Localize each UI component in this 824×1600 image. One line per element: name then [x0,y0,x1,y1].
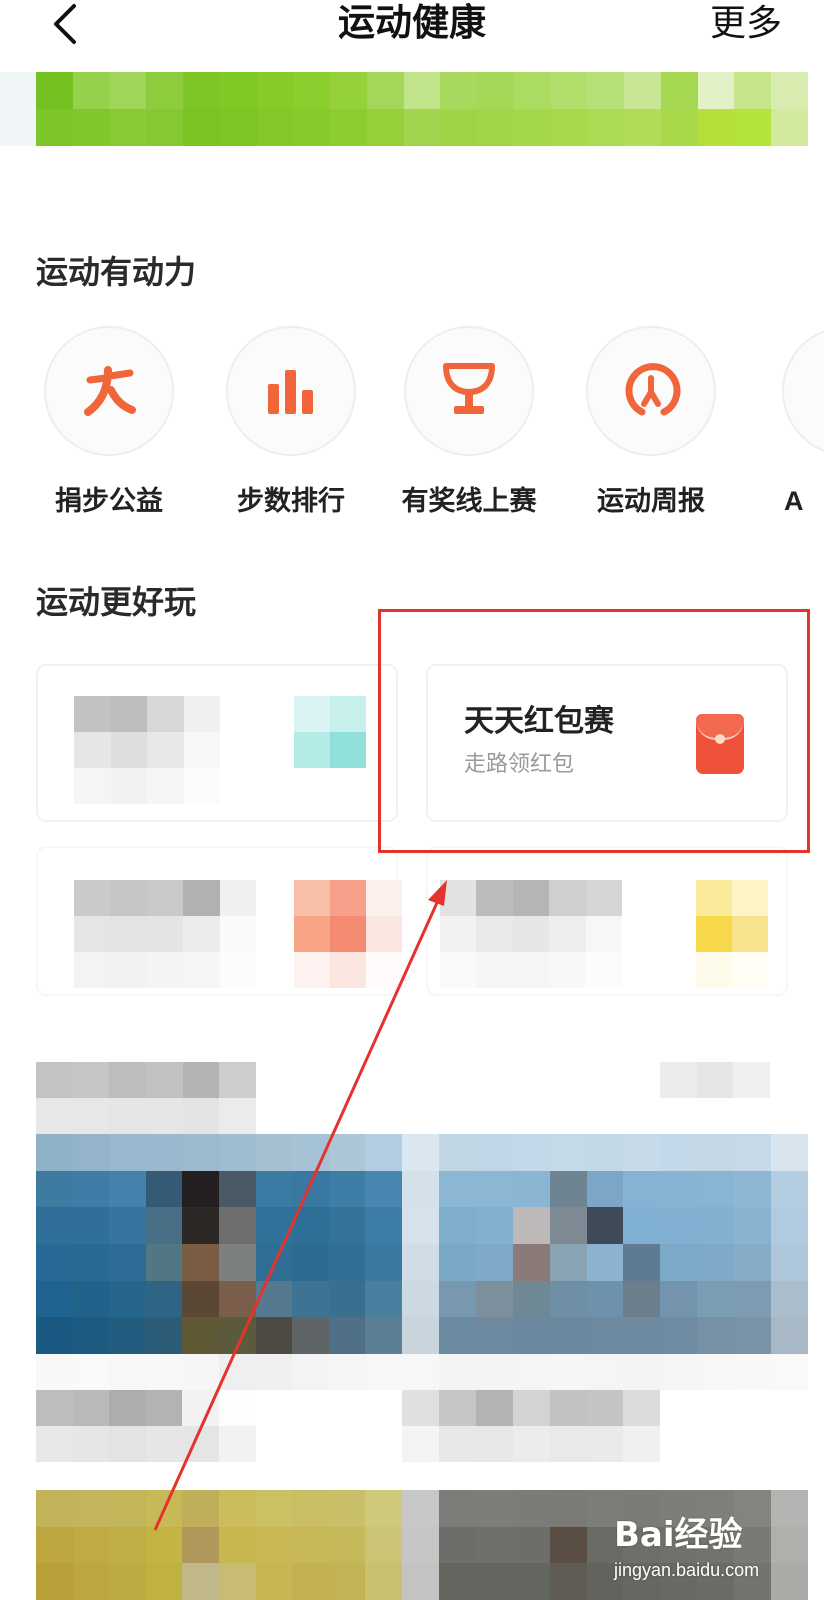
shortcut-icon-circle [226,326,356,456]
blurred-heading [36,1062,256,1134]
activity-card-blurred[interactable] [36,664,398,822]
shortcut-label: 有奖线上赛 [401,486,537,516]
shortcut-weekly-report[interactable]: 运动周报 [576,326,726,526]
blurred-photo[interactable] [36,1490,402,1600]
blurred-caption [402,1354,808,1462]
page-title: 运动健康 [338,2,486,43]
blurred-content [74,880,256,988]
blurred-icon [294,880,402,988]
shortcut-label: 运动周报 [597,486,705,516]
activity-card-blurred[interactable] [426,846,788,996]
section-title-fun: 运动更好玩 [36,584,197,620]
blurred-content [440,880,622,988]
blurred-caption [36,1354,402,1462]
blurred-link[interactable] [660,1062,770,1098]
top-bar: 运动健康 更多 [0,0,824,64]
more-button[interactable]: 更多 [710,0,782,46]
activity-card-blurred[interactable] [36,846,402,996]
shortcut-online-race[interactable]: 有奖线上赛 [394,326,544,526]
shortcut-partial[interactable]: A [770,326,824,526]
baidu-jingyan-watermark: Bai经验 jingyan.baidu.com [614,1515,784,1585]
bar-chart-icon [268,370,313,414]
section-title-motivation: 运动有动力 [36,254,197,290]
shortcut-step-ranking[interactable]: 步数排行 [216,326,366,526]
shortcut-label: A [784,486,804,516]
weekly-report-icon [625,363,681,416]
shortcut-label: 捐步公益 [55,486,163,516]
blurred-photo[interactable] [402,1134,808,1354]
banner-edge-left [0,72,36,146]
annotation-highlight-box [378,609,810,853]
watermark-brand: Bai经验 [614,1515,743,1555]
shortcut-label: 步数排行 [237,486,345,516]
promo-banner[interactable] [36,72,808,146]
donate-steps-icon [84,366,136,416]
blurred-icon [294,696,366,768]
shortcut-icon-circle [44,326,174,456]
shortcut-donate-steps[interactable]: 捐步公益 [34,326,184,526]
blurred-content [74,696,220,804]
blurred-icon [696,880,768,988]
watermark-url: jingyan.baidu.com [614,1560,760,1580]
shortcut-icon-circle [586,326,716,456]
shortcut-icon-circle [404,326,534,456]
blurred-photo[interactable] [36,1134,402,1354]
trophy-icon [443,363,495,414]
shortcut-icon-circle [782,326,824,456]
